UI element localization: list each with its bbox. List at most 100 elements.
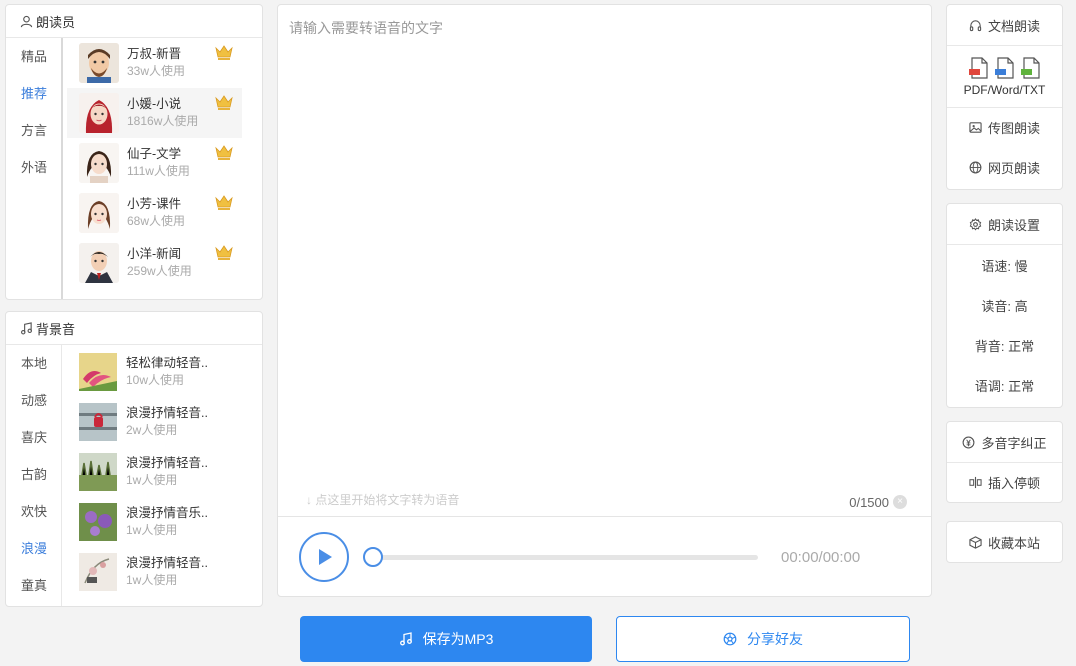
clear-icon[interactable]: × xyxy=(893,495,907,509)
bgm-category-huankuai[interactable]: 欢快 xyxy=(6,493,61,530)
arrow-down-icon: ↓ xyxy=(306,493,316,507)
reader-name: 小芳-课件 xyxy=(127,197,182,211)
bgm-name: 轻松律动轻音.. xyxy=(126,356,208,370)
bgm-item[interactable]: 轻松律动轻音.. 10w人使用 xyxy=(67,347,242,397)
editor-panel: 请输入需要转语音的文字 ↓ 点这里开始将文字转为语音 0/1500 × 00:0… xyxy=(277,4,932,597)
share-button[interactable]: 分享好友 xyxy=(616,616,910,662)
bgm-category-tongzhen[interactable]: 童真 xyxy=(6,567,61,604)
pause-insert-icon xyxy=(969,476,982,489)
reader-category-waiyu[interactable]: 外语 xyxy=(6,149,61,186)
share-icon xyxy=(723,632,737,646)
reading-sources-panel: 文档朗读 PDF/Word/TXT 传图朗读 网页朗读 xyxy=(946,4,1063,190)
polyphone-icon xyxy=(963,436,975,448)
reader-avatar xyxy=(79,43,119,83)
image-icon xyxy=(969,122,982,133)
bgm-thumbnail xyxy=(79,403,117,441)
bgm-category-langman[interactable]: 浪漫 xyxy=(6,530,61,567)
reader-item[interactable]: 小媛-小说 1816w人使用 xyxy=(67,88,242,138)
bgm-item[interactable]: 浪漫抒情音乐.. 1w人使用 xyxy=(67,497,242,547)
reader-avatar xyxy=(79,243,119,283)
bookmark-panel: 收藏本站 xyxy=(946,521,1063,563)
reader-avatar xyxy=(79,143,119,183)
polyphone-button[interactable]: 多音字纠正 xyxy=(947,422,1062,462)
speed-setting[interactable]: 语速: 慢 xyxy=(947,245,1062,285)
text-tools-panel: 多音字纠正 插入停顿 xyxy=(946,421,1063,503)
reader-category-jingpin[interactable]: 精品 xyxy=(6,38,61,75)
doc-read-button[interactable]: 文档朗读 xyxy=(947,5,1062,45)
music-note-icon xyxy=(399,632,412,646)
bgm-item[interactable]: 浪漫抒情轻音.. 1w人使用 xyxy=(67,547,242,597)
web-read-label: 网页朗读 xyxy=(987,160,1040,176)
txt-file-icon xyxy=(1020,56,1040,79)
readers-panel-title: 朗读员 xyxy=(36,14,76,30)
progress-track[interactable] xyxy=(374,555,758,560)
reader-avatar xyxy=(79,93,119,133)
reader-item[interactable]: 小洋-新闻 259w人使用 xyxy=(67,238,242,288)
user-icon xyxy=(20,15,33,27)
bgm-usage: 10w人使用 xyxy=(126,373,185,387)
share-label: 分享好友 xyxy=(747,631,803,647)
bgm-category-donggan[interactable]: 动感 xyxy=(6,382,61,419)
playback-time: 00:00/00:00 xyxy=(781,549,861,566)
insert-pause-button[interactable]: 插入停顿 xyxy=(947,462,1062,502)
bgm-item[interactable]: 浪漫抒情轻音.. 1w人使用 xyxy=(67,447,242,497)
polyphone-label: 多音字纠正 xyxy=(981,435,1047,451)
reader-category-fangyan[interactable]: 方言 xyxy=(6,112,61,149)
reader-item[interactable]: 小芳-课件 68w人使用 xyxy=(67,188,242,238)
save-mp3-button[interactable]: 保存为MP3 xyxy=(300,616,592,662)
box-icon xyxy=(969,535,982,549)
reader-name: 小洋-新闻 xyxy=(127,247,182,261)
reader-list: 万叔-新晋 33w人使用 小媛-小说 1816w人使用 仙子-文学 111w人使… xyxy=(67,38,242,299)
reader-name: 万叔-新晋 xyxy=(127,47,182,61)
doc-read-label: 文档朗读 xyxy=(987,18,1040,34)
reader-scrollbar[interactable] xyxy=(61,38,63,299)
play-button[interactable] xyxy=(299,532,349,582)
bgm-list: 轻松律动轻音.. 10w人使用 浪漫抒情轻音.. 2w人使用 浪漫抒情轻音.. … xyxy=(67,347,242,606)
reader-usage: 68w人使用 xyxy=(127,214,186,228)
bgm-usage: 1w人使用 xyxy=(126,473,178,487)
headphones-icon xyxy=(969,19,982,31)
web-read-button[interactable]: 网页朗读 xyxy=(947,147,1062,187)
reader-category-list: 精品 推荐 方言 外语 xyxy=(6,38,62,299)
insert-pause-label: 插入停顿 xyxy=(987,476,1040,491)
word-file-icon xyxy=(994,56,1014,79)
bgm-panel-header: 背景音 xyxy=(6,312,262,345)
bgm-panel: 背景音 本地 动感 喜庆 古韵 欢快 浪漫 童真 轻松律动轻音.. 10w人使用… xyxy=(5,311,263,607)
bgm-usage: 1w人使用 xyxy=(126,573,178,587)
convert-hint[interactable]: ↓ 点这里开始将文字转为语音 xyxy=(306,491,459,508)
bgm-thumbnail xyxy=(79,503,117,541)
bgm-thumbnail xyxy=(79,453,117,491)
readers-panel: 朗读员 精品 推荐 方言 外语 万叔-新晋 33w人使用 小媛-小说 1816w… xyxy=(5,4,263,300)
image-read-button[interactable]: 传图朗读 xyxy=(947,107,1062,147)
reader-usage: 259w人使用 xyxy=(127,264,192,278)
bookmark-button[interactable]: 收藏本站 xyxy=(947,522,1062,562)
progress-handle[interactable] xyxy=(363,547,383,567)
reader-category-tuijian[interactable]: 推荐 xyxy=(6,75,61,112)
bgm-name: 浪漫抒情轻音.. xyxy=(126,556,208,570)
volume-setting[interactable]: 读音: 高 xyxy=(947,285,1062,325)
tone-setting[interactable]: 语调: 正常 xyxy=(947,365,1062,405)
reader-usage: 33w人使用 xyxy=(127,64,186,78)
doc-types-button[interactable]: PDF/Word/TXT xyxy=(947,45,1062,107)
doc-types-label: PDF/Word/TXT xyxy=(963,82,1046,97)
reader-item[interactable]: 万叔-新晋 33w人使用 xyxy=(67,38,242,88)
save-mp3-label: 保存为MP3 xyxy=(422,631,494,647)
bgm-item[interactable]: 浪漫抒情轻音.. 2w人使用 xyxy=(67,397,242,447)
text-input[interactable]: 请输入需要转语音的文字 xyxy=(289,18,443,38)
bg-volume-setting[interactable]: 背音: 正常 xyxy=(947,325,1062,365)
bgm-category-xiqing[interactable]: 喜庆 xyxy=(6,419,61,456)
crown-icon xyxy=(215,195,233,210)
image-read-label: 传图朗读 xyxy=(987,121,1040,136)
bgm-thumbnail xyxy=(79,553,117,591)
bgm-thumbnail xyxy=(79,353,117,391)
crown-icon xyxy=(215,45,233,60)
settings-header: 朗读设置 xyxy=(947,204,1062,244)
reader-item[interactable]: 仙子-文学 111w人使用 xyxy=(67,138,242,188)
bgm-name: 浪漫抒情轻音.. xyxy=(126,406,208,420)
bgm-usage: 1w人使用 xyxy=(126,523,178,537)
reader-usage: 111w人使用 xyxy=(127,164,190,178)
bgm-category-bendi[interactable]: 本地 xyxy=(6,345,61,382)
play-icon xyxy=(319,549,332,565)
crown-icon xyxy=(215,245,233,260)
bgm-category-guyun[interactable]: 古韵 xyxy=(6,456,61,493)
